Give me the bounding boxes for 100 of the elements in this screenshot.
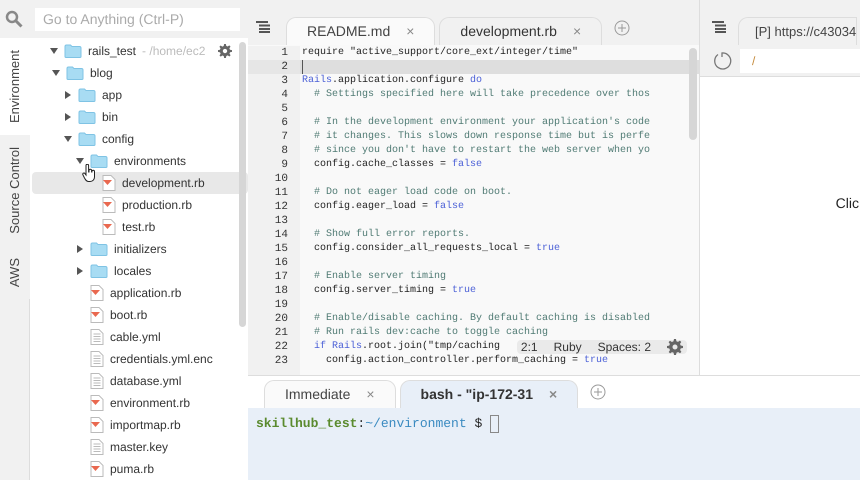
code-line: # Enable server timing [313, 270, 446, 284]
ruby-file-icon [90, 307, 104, 323]
hand-cursor-icon [82, 164, 96, 182]
folder-icon [78, 132, 96, 146]
line-number: 18 [274, 284, 289, 298]
line-number: 10 [274, 172, 289, 186]
line-number: 22 [274, 340, 289, 354]
ruby-file-icon [90, 417, 104, 433]
line-number: 21 [274, 326, 289, 340]
menu-icon[interactable] [256, 21, 270, 33]
tree-item[interactable]: puma.rb [32, 458, 248, 480]
terminal-cursor [490, 414, 500, 433]
line-number: 7 [280, 130, 289, 144]
tree-item[interactable]: boot.rb [32, 304, 248, 326]
ruby-file-icon [90, 285, 104, 301]
ruby-file-icon [90, 395, 104, 411]
tree-item[interactable]: initializers [32, 238, 248, 260]
folder-icon [90, 242, 108, 256]
preview-tab[interactable]: [P] https://c43034 [738, 17, 858, 45]
code-line: require "active_support/core_ext/integer/time" [302, 46, 578, 60]
scrollbar[interactable] [689, 48, 697, 140]
side-tab[interactable]: Environment [0, 38, 30, 135]
code-line: config.consider_all_requests_local = true [313, 242, 560, 256]
code-line: # Settings specified here will take precedence over thos [313, 88, 650, 102]
folder-icon [90, 154, 108, 168]
terminal-prompt: skillhub_test:~/environment $ [256, 415, 484, 433]
tree-item[interactable]: test.rb [32, 216, 248, 238]
code-line: # In the development environment your application's code [313, 116, 650, 130]
text-file-icon [90, 351, 104, 367]
folder-icon [66, 66, 84, 80]
line-number: 14 [274, 228, 289, 242]
tree-item[interactable]: bin [32, 106, 248, 128]
caret-icon[interactable] [76, 245, 84, 253]
caret-icon[interactable] [64, 135, 72, 143]
code-line: Rails.application.configure do [302, 74, 482, 88]
line-number: 15 [274, 242, 289, 256]
settings-icon[interactable] [667, 339, 683, 355]
tree-item[interactable]: config [32, 128, 248, 150]
code-line: # Show full error reports. [313, 228, 470, 242]
tab[interactable]: Immediate × [264, 380, 396, 408]
tab-label: README.md [307, 22, 390, 41]
tree-item[interactable]: environment.rb [32, 392, 248, 414]
tab[interactable]: development.rb × [439, 17, 602, 45]
indent-setting[interactable]: Spaces: 2 [598, 340, 651, 354]
tree-item[interactable]: importmap.rb [32, 414, 248, 436]
tree-item[interactable]: credentials.yml.enc [32, 348, 248, 370]
line-number: 1 [280, 46, 289, 60]
tree-item[interactable]: master.key [32, 436, 248, 458]
tree-item[interactable]: environments [32, 150, 248, 172]
line-number: 2 [248, 60, 300, 74]
text-file-icon [90, 439, 104, 455]
cursor-position: 2:1 [520, 340, 538, 354]
caret-icon[interactable] [64, 113, 72, 121]
folder-icon [64, 44, 82, 58]
code-line: # Run rails dev:cache to toggle caching [313, 326, 548, 340]
settings-icon[interactable] [218, 44, 232, 58]
folder-icon [78, 88, 96, 102]
tree-item[interactable]: app [32, 84, 248, 106]
add-tab-icon[interactable] [590, 384, 606, 400]
tree-item[interactable]: database.yml [32, 370, 248, 392]
text-file-icon [90, 373, 104, 389]
line-number: 9 [280, 158, 289, 172]
tab[interactable]: README.md × [286, 17, 436, 45]
caret-icon[interactable] [64, 91, 72, 99]
scrollbar[interactable] [239, 42, 246, 327]
language-mode[interactable]: Ruby [554, 340, 582, 354]
caret-icon[interactable] [76, 157, 84, 165]
tree-item[interactable]: development.rb [32, 172, 248, 194]
code-line: # Do not eager load code on boot. [313, 186, 512, 200]
tree-item[interactable]: rails_test - /home/ec2 [32, 40, 248, 62]
code-line: config.eager_load = false [313, 200, 464, 214]
tree-item[interactable]: production.rb [32, 194, 248, 216]
search-icon[interactable] [5, 10, 23, 28]
code-line: # Enable/disable caching. By default caching is disabled [313, 312, 650, 326]
tree-item[interactable]: locales [32, 260, 248, 282]
menu-icon[interactable] [712, 21, 726, 33]
line-number: 4 [280, 88, 289, 102]
code-line: # it changes. This slows down response time but is perfe [313, 130, 650, 144]
caret-icon[interactable] [76, 267, 84, 275]
tree-item[interactable]: cable.yml [32, 326, 248, 348]
line-number: 8 [280, 144, 289, 158]
line-number: 23 [274, 354, 289, 368]
line-number: 11 [274, 186, 289, 200]
ruby-file-icon [90, 461, 104, 477]
tree-item[interactable]: application.rb [32, 282, 248, 304]
tab[interactable]: bash - "ip-172-31 × [400, 380, 578, 408]
refresh-icon[interactable] [712, 50, 732, 70]
code-line: if Rails.root.join("tmp/caching [313, 340, 500, 354]
tab-label: Immediate [285, 385, 350, 404]
tree-item[interactable]: blog [32, 62, 248, 84]
code-line: config.action_controller.perform_caching = true [325, 354, 608, 368]
code-line: config.cache_classes = false [313, 158, 482, 172]
line-number: 12 [274, 200, 289, 214]
text-cursor [302, 60, 303, 74]
caret-icon[interactable] [50, 47, 58, 55]
code-line: # since you don't have to restart the web server when yo [313, 144, 650, 158]
line-number: 17 [274, 270, 289, 284]
search-field[interactable]: Go to Anything (Ctrl-P) [35, 8, 240, 30]
folder-icon [78, 110, 96, 124]
caret-icon[interactable] [52, 69, 60, 77]
